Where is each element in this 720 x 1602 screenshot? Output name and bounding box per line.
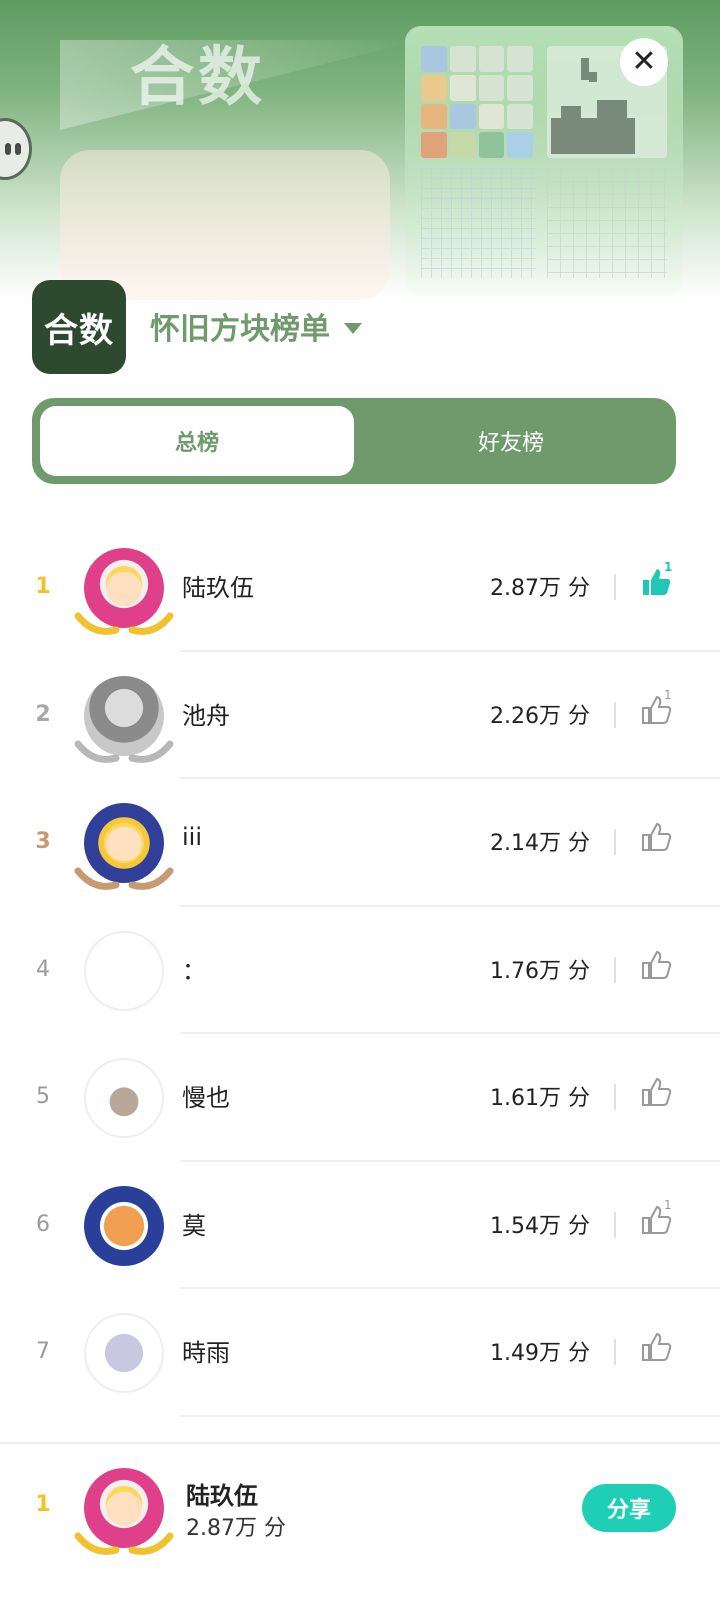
avatar[interactable] xyxy=(84,1058,164,1138)
my-rank-bar: 1 陆玖伍 2.87万 分 分享 xyxy=(0,1442,720,1602)
avatar[interactable] xyxy=(84,1313,164,1393)
thumbs-up-icon[interactable] xyxy=(640,1331,672,1363)
list-item[interactable]: 2 池舟 2.26万 分 1 xyxy=(0,652,720,779)
share-button[interactable]: 分享 xyxy=(582,1484,676,1532)
tab-friends[interactable]: 好友榜 xyxy=(354,406,668,476)
rank-number: 6 xyxy=(36,1211,50,1237)
player-name: 池舟 xyxy=(182,701,230,730)
gold-laurel-icon xyxy=(74,612,174,635)
rank-number: 7 xyxy=(36,1339,50,1364)
player-score: 1.54万 分 xyxy=(490,1213,590,1239)
close-button[interactable]: ✕ xyxy=(620,38,668,86)
rank-number: 2 xyxy=(35,701,51,727)
row-divider xyxy=(180,1414,720,1417)
tab-overall[interactable]: 总榜 xyxy=(40,406,354,476)
close-icon: ✕ xyxy=(631,44,657,79)
divider xyxy=(614,574,616,600)
game-nonogram-preview xyxy=(421,168,536,278)
rank-number: 5 xyxy=(36,1084,50,1109)
player-score: 2.14万 分 xyxy=(490,831,590,856)
leaderboard-list[interactable]: 1 陆玖伍 2.87万 分 1 2 池舟 2.26万 分 1 3 iii 2.1… xyxy=(0,524,720,1417)
player-score: 2.26万 分 xyxy=(490,703,590,729)
player-name: 慢也 xyxy=(182,1084,230,1112)
like-count: 1 xyxy=(664,1197,672,1212)
avatar[interactable] xyxy=(84,930,164,1011)
header-banner: 合数 xyxy=(0,0,720,300)
list-item[interactable]: 6 莫 1.54万 分 1 xyxy=(0,1162,720,1289)
player-name: 陆玖伍 xyxy=(182,574,254,602)
leaderboard-selector[interactable]: 怀旧方块榜单 xyxy=(150,304,362,348)
player-name: iii xyxy=(182,823,203,851)
gold-laurel-icon xyxy=(74,1532,174,1555)
list-item[interactable]: 5 慢也 1.61万 分 xyxy=(0,1034,720,1162)
divider xyxy=(614,956,616,983)
banner-title: 合数 xyxy=(130,41,266,115)
rank-number: 3 xyxy=(35,829,51,854)
player-score: 1.49万 分 xyxy=(490,1341,590,1366)
my-name: 陆玖伍 xyxy=(186,1482,258,1510)
silver-laurel-icon xyxy=(74,740,174,763)
player-score: 1.76万 分 xyxy=(490,958,590,984)
banner-mascot-illustration xyxy=(60,150,390,300)
dropdown-triangle-icon xyxy=(344,322,362,334)
avatar[interactable] xyxy=(84,1185,164,1266)
divider xyxy=(614,1084,616,1110)
thumbs-up-icon[interactable] xyxy=(640,949,672,981)
side-mascot-avatar xyxy=(0,118,32,180)
divider xyxy=(614,1211,616,1238)
player-score: 1.61万 分 xyxy=(490,1086,590,1111)
leaderboard-tabs: 总榜 好友榜 xyxy=(32,398,676,484)
list-item[interactable]: 4 ： 1.76万 分 xyxy=(0,907,720,1034)
like-count: 1 xyxy=(664,560,673,574)
rank-number: 4 xyxy=(36,956,50,982)
divider xyxy=(614,701,616,728)
divider xyxy=(614,1339,616,1365)
list-item[interactable]: 1 陆玖伍 2.87万 分 1 xyxy=(0,524,720,652)
player-name: 時雨 xyxy=(182,1339,230,1367)
list-item[interactable]: 3 iii 2.14万 分 xyxy=(0,779,720,907)
thumbs-up-icon[interactable] xyxy=(640,821,672,853)
my-rank-number: 1 xyxy=(35,1492,51,1517)
like-count: 1 xyxy=(664,687,672,702)
game-2048-preview xyxy=(421,46,533,158)
rank-number: 1 xyxy=(35,574,51,599)
list-item[interactable]: 7 時雨 1.49万 分 xyxy=(0,1289,720,1417)
player-score: 2.87万 分 xyxy=(490,576,590,601)
divider xyxy=(614,829,616,855)
player-name: 莫 xyxy=(182,1211,206,1240)
game-sudoku-preview xyxy=(547,168,667,278)
thumbs-up-icon[interactable] xyxy=(640,1076,672,1108)
leaderboard-title: 怀旧方块榜单 xyxy=(150,312,330,347)
player-name: ： xyxy=(182,956,206,985)
game-app-icon: 合数 xyxy=(32,280,126,374)
my-score: 2.87万 分 xyxy=(186,1516,286,1541)
bronze-laurel-icon xyxy=(74,867,174,890)
